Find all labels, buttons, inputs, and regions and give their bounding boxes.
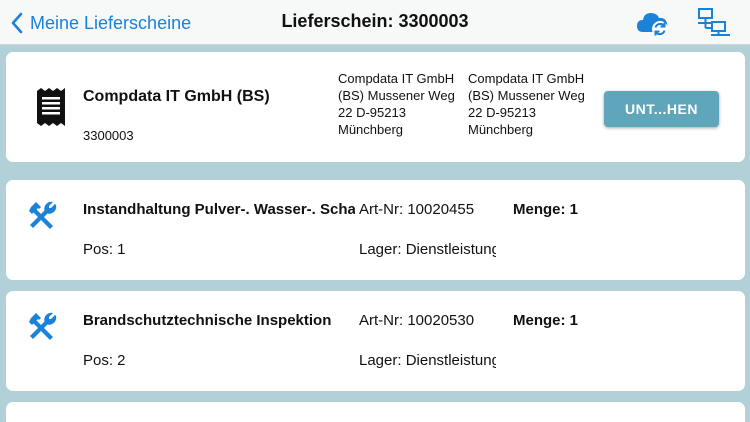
item-quantity: Menge: 1 <box>513 201 579 218</box>
hammer-wrench-icon <box>29 201 57 229</box>
delivery-note-number: 3300003 <box>83 128 134 143</box>
item-article-number: Art-Nr: 10020530 <box>359 312 475 329</box>
customer-name: Compdata IT GmbH (BS) <box>83 88 270 105</box>
sign-button[interactable]: UNT...HEN <box>604 91 719 127</box>
receipt-icon <box>37 88 65 126</box>
item-position: Pos: 2 <box>83 352 126 369</box>
network-button[interactable] <box>697 7 731 39</box>
item-title: Brandschutztechnische Inspektion <box>83 312 332 329</box>
list-item[interactable]: Instandhaltung Pulver-. Wasser-. Schauml… <box>6 180 745 280</box>
list-item[interactable] <box>6 402 745 422</box>
billing-address: Compdata IT GmbH (BS) Mussener Weg 22 D-… <box>338 71 455 137</box>
item-warehouse: Lager: Dienstleistung <box>359 352 496 369</box>
chevron-left-icon <box>11 12 23 34</box>
navigation-bar: Meine Lieferscheine Lieferschein: 330000… <box>0 0 750 45</box>
item-position: Pos: 1 <box>83 241 126 258</box>
item-article-number: Art-Nr: 10020455 <box>359 201 475 218</box>
item-title: Instandhaltung Pulver-. Wasser-. Schauml… <box>83 201 355 218</box>
delivery-address: Compdata IT GmbH (BS) Mussener Weg 22 D-… <box>468 71 585 137</box>
hammer-wrench-icon <box>29 312 57 340</box>
back-label: Meine Lieferscheine <box>30 12 192 33</box>
back-button[interactable]: Meine Lieferscheine <box>10 10 191 36</box>
item-warehouse: Lager: Dienstleistung <box>359 241 496 258</box>
list-item[interactable]: Brandschutztechnische Inspektion Art-Nr:… <box>6 291 745 391</box>
network-icon <box>698 8 730 36</box>
cloud-sync-button[interactable] <box>636 7 670 39</box>
item-quantity: Menge: 1 <box>513 312 579 329</box>
delivery-note-header-card: Compdata IT GmbH (BS) 3300003 Compdata I… <box>6 52 745 162</box>
cloud-sync-icon <box>637 13 668 37</box>
